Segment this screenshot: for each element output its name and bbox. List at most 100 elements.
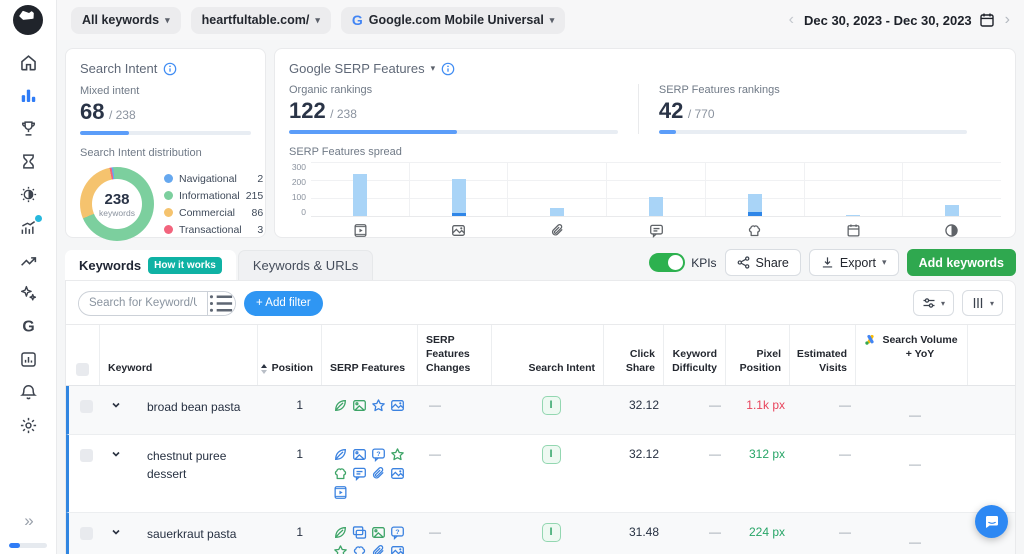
search-engine-dropdown[interactable]: G Google.com Mobile Universal ▾: [341, 7, 565, 34]
app-logo[interactable]: [13, 5, 43, 35]
images-feature-icon[interactable]: [390, 398, 405, 413]
spread-bar[interactable]: [903, 162, 1001, 216]
spread-bar[interactable]: [311, 162, 410, 216]
share-button[interactable]: Share: [725, 249, 801, 276]
hat-feature-icon[interactable]: [352, 544, 367, 554]
tab-keywords-urls[interactable]: Keywords & URLs: [238, 250, 373, 280]
sidebar-item-display-settings[interactable]: [12, 181, 44, 207]
row-checkbox[interactable]: [80, 527, 93, 540]
leaf-feature-icon[interactable]: [333, 447, 348, 462]
search-volume-cell: —: [859, 435, 971, 512]
chat-feature-icon[interactable]: [352, 466, 367, 481]
col-search-volume[interactable]: Search Volume + YoY: [856, 325, 968, 385]
chevron-down-icon[interactable]: [111, 399, 121, 413]
add-keywords-button[interactable]: Add keywords: [907, 249, 1016, 276]
keyword-cell: broad bean pasta: [103, 386, 261, 434]
table-row[interactable]: sauerkraut pasta1?—I31.48—224 px——: [66, 513, 1015, 554]
how-it-works-badge[interactable]: How it works: [148, 257, 222, 274]
col-serp-features[interactable]: SERP Features: [322, 325, 418, 385]
date-range-picker[interactable]: Dec 30, 2023 - Dec 30, 2023: [804, 12, 995, 28]
keyword-cell: chestnut puree dessert: [103, 435, 261, 512]
col-position[interactable]: Position: [258, 325, 322, 385]
col-serp-changes[interactable]: SERP Features Changes: [418, 325, 492, 385]
clip-feature-icon[interactable]: [371, 544, 386, 554]
col-estimated-visits[interactable]: Estimated Visits: [790, 325, 856, 385]
legend-dot: [164, 174, 173, 183]
images2-feature-icon[interactable]: [352, 525, 367, 540]
select-all-checkbox[interactable]: [76, 363, 89, 376]
image-feature-icon[interactable]: [352, 447, 367, 462]
images-feature-icon[interactable]: [390, 544, 405, 554]
date-prev-icon[interactable]: ‹: [789, 11, 794, 29]
chat-widget-button[interactable]: [975, 505, 1008, 538]
keyword-text[interactable]: broad bean pasta: [129, 398, 240, 416]
sidebar-item-notifications[interactable]: [12, 379, 44, 405]
sidebar-nav: G: [12, 49, 44, 438]
sidebar-item-settings[interactable]: [12, 412, 44, 438]
kpis-toggle[interactable]: [649, 253, 685, 272]
info-icon[interactable]: [441, 62, 455, 76]
spread-bar[interactable]: [508, 162, 607, 216]
sidebar-item-home[interactable]: [12, 49, 44, 75]
tab-keywords[interactable]: Keywords How it works: [65, 250, 236, 280]
columns-button[interactable]: ▾: [962, 290, 1003, 316]
add-filter-button[interactable]: + Add filter: [244, 291, 323, 316]
expand-sidebar-icon[interactable]: »: [24, 511, 31, 531]
hat-feature-icon[interactable]: [333, 466, 348, 481]
app-window: G » All keywords ▾ heartfultable.com/ ▾ …: [0, 0, 1024, 554]
sidebar-item-reports[interactable]: [12, 346, 44, 372]
star-feature-icon[interactable]: [371, 398, 386, 413]
col-difficulty[interactable]: Keyword Difficulty: [664, 325, 726, 385]
clip-feature-icon[interactable]: [371, 466, 386, 481]
col-click-share[interactable]: Click Share: [604, 325, 664, 385]
sidebar-item-google[interactable]: G: [12, 313, 44, 339]
video-feature-icon[interactable]: [333, 485, 348, 500]
sidebar-item-ai-insights[interactable]: [12, 280, 44, 306]
sidebar-item-trends[interactable]: [12, 247, 44, 273]
intent-badge: I: [542, 396, 561, 415]
table-row[interactable]: chestnut puree dessert1?—I32.12—312 px——: [66, 435, 1015, 513]
spread-bar[interactable]: [607, 162, 706, 216]
spread-bar[interactable]: [410, 162, 509, 216]
table-row[interactable]: broad bean pasta1—I32.12—1.1k px——: [66, 386, 1015, 435]
col-keyword[interactable]: Keyword: [100, 325, 258, 385]
sidebar-item-analytics[interactable]: [12, 214, 44, 240]
keyword-text[interactable]: chestnut puree dessert: [129, 447, 253, 483]
sidebar-item-history[interactable]: [12, 148, 44, 174]
organic-progress: [289, 130, 618, 134]
spread-bar[interactable]: [706, 162, 805, 216]
table-settings-button[interactable]: ▾: [913, 290, 954, 316]
col-search-intent[interactable]: Search Intent: [492, 325, 604, 385]
star-feature-icon[interactable]: [333, 544, 348, 554]
col-pixel-position[interactable]: Pixel Position: [726, 325, 790, 385]
info-icon[interactable]: [163, 62, 177, 76]
leaf-feature-icon[interactable]: [333, 398, 348, 413]
search-input[interactable]: [79, 297, 207, 309]
star-feature-icon[interactable]: [390, 447, 405, 462]
row-checkbox[interactable]: [80, 449, 93, 462]
table-body: broad bean pasta1—I32.12—1.1k px—— chestn…: [66, 386, 1015, 554]
spread-bar[interactable]: [805, 162, 904, 216]
export-button[interactable]: Export ▾: [809, 249, 899, 276]
image-feature-icon[interactable]: [352, 398, 367, 413]
serp-changes-cell: —: [421, 513, 495, 554]
faq-feature-icon[interactable]: ?: [390, 525, 405, 540]
chevron-down-icon[interactable]: [111, 448, 121, 462]
leaf-feature-icon[interactable]: [333, 525, 348, 540]
image-feature-icon[interactable]: [371, 525, 386, 540]
faq-feature-icon[interactable]: ?: [371, 447, 386, 462]
all-keywords-dropdown[interactable]: All keywords ▾: [71, 7, 181, 34]
date-next-icon[interactable]: ›: [1005, 11, 1010, 29]
domain-dropdown[interactable]: heartfultable.com/ ▾: [191, 7, 331, 34]
sidebar-item-rankings[interactable]: [12, 82, 44, 108]
tabs-row: Keywords How it works Keywords & URLs KP…: [65, 246, 1016, 280]
chevron-down-icon[interactable]: ▾: [431, 63, 436, 74]
chat-icon: [984, 514, 1000, 530]
distribution-label: Search Intent distribution: [80, 147, 251, 159]
search-list-icon[interactable]: [207, 292, 235, 315]
chevron-down-icon[interactable]: [111, 526, 121, 540]
row-checkbox[interactable]: [80, 400, 93, 413]
sidebar-item-competitors[interactable]: [12, 115, 44, 141]
keyword-text[interactable]: sauerkraut pasta: [129, 525, 236, 543]
images-feature-icon[interactable]: [390, 466, 405, 481]
